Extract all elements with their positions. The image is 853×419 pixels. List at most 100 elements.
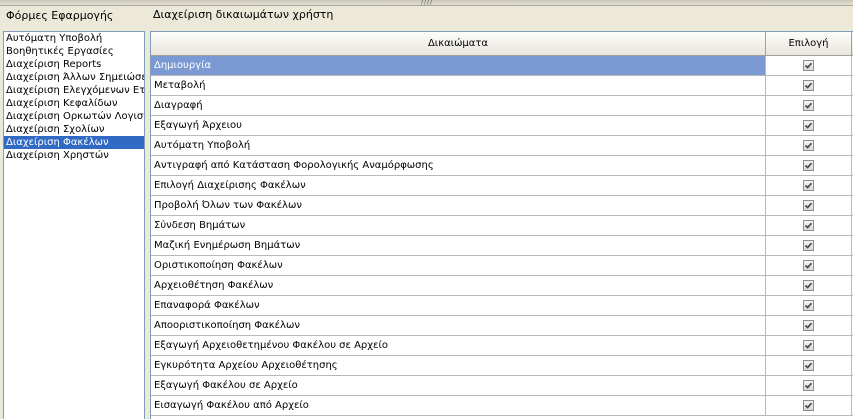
permission-checkbox[interactable] bbox=[803, 240, 814, 251]
permission-row[interactable]: Εξαγωγή Άρχειου bbox=[151, 116, 853, 136]
permission-checkbox[interactable] bbox=[803, 340, 814, 351]
column-header-permissions[interactable]: Δικαιώματα bbox=[151, 32, 766, 55]
permission-checkbox[interactable] bbox=[803, 60, 814, 71]
form-list-item[interactable]: Διαχείριση Κεφαλίδων bbox=[4, 97, 144, 110]
check-icon bbox=[804, 322, 813, 329]
permission-name: Εξαγωγή Άρχειου bbox=[151, 116, 766, 135]
permission-row[interactable]: Εγκυρότητα Αρχείου Αρχειοθέτησης bbox=[151, 356, 853, 376]
forms-title: Φόρμες Εφαρμογής bbox=[6, 9, 114, 22]
check-icon bbox=[804, 362, 813, 369]
selection-cell bbox=[766, 336, 852, 355]
grid-header: Δικαιώματα Επιλογή bbox=[151, 32, 853, 56]
permission-checkbox[interactable] bbox=[803, 280, 814, 291]
permission-checkbox[interactable] bbox=[803, 160, 814, 171]
check-icon bbox=[804, 82, 813, 89]
permissions-grid[interactable]: Δικαιώματα Επιλογή Δημιουργία Μεταβολή Δια… bbox=[150, 31, 853, 419]
form-list-item[interactable]: Διαχείριση Σχολίων bbox=[4, 123, 144, 136]
selection-cell bbox=[766, 216, 852, 235]
forms-list[interactable]: Αυτόματη Υποβολή Βοηθητικές Εργασίες Διαχε… bbox=[3, 31, 145, 419]
check-icon bbox=[804, 122, 813, 129]
top-splitter[interactable]: //// bbox=[0, 0, 853, 6]
permission-checkbox[interactable] bbox=[803, 180, 814, 191]
selection-cell bbox=[766, 156, 852, 175]
form-list-item[interactable]: Διαχείριση Χρηστών bbox=[4, 149, 144, 162]
permission-name: Διαγραφή bbox=[151, 96, 766, 115]
permission-checkbox[interactable] bbox=[803, 400, 814, 411]
permission-name: Εξαγωγή Φακέλου σε Αρχείο bbox=[151, 376, 766, 395]
permission-row[interactable]: Προβολή Όλων των Φακέλων bbox=[151, 196, 853, 216]
permission-row[interactable]: Οριστικοποίηση Φακέλων bbox=[151, 256, 853, 276]
permission-checkbox[interactable] bbox=[803, 320, 814, 331]
permission-checkbox[interactable] bbox=[803, 220, 814, 231]
permission-row[interactable]: Μεταβολή bbox=[151, 76, 853, 96]
check-icon bbox=[804, 182, 813, 189]
permission-name: Εισαγωγή Φακέλου από Αρχείο bbox=[151, 396, 766, 415]
permission-checkbox[interactable] bbox=[803, 120, 814, 131]
selection-cell bbox=[766, 356, 852, 375]
permission-row[interactable]: Αυτόματη Υποβολή bbox=[151, 136, 853, 156]
permission-name: Επιλογή Διαχείρισης Φακέλων bbox=[151, 176, 766, 195]
permission-row[interactable]: Αντιγραφή από Κατάσταση Φορολογικής Αναμ… bbox=[151, 156, 853, 176]
selection-cell bbox=[766, 116, 852, 135]
form-list-item[interactable]: Αυτόματη Υποβολή bbox=[4, 32, 144, 45]
permission-checkbox[interactable] bbox=[803, 80, 814, 91]
permission-checkbox[interactable] bbox=[803, 140, 814, 151]
check-icon bbox=[804, 282, 813, 289]
form-list-item[interactable]: Διαχείριση Ελεγχόμενων Εταιρειών bbox=[4, 84, 144, 97]
check-icon bbox=[804, 62, 813, 69]
check-icon bbox=[804, 302, 813, 309]
permission-row[interactable]: Επαναφορά Φακέλων bbox=[151, 296, 853, 316]
permission-name: Εξαγωγή Αρχειοθετημένου Φακέλου σε Αρχεί… bbox=[151, 336, 766, 355]
form-list-item[interactable]: Βοηθητικές Εργασίες bbox=[4, 45, 144, 58]
selection-cell bbox=[766, 256, 852, 275]
permission-checkbox[interactable] bbox=[803, 200, 814, 211]
permission-name: Αρχειοθέτηση Φακέλων bbox=[151, 276, 766, 295]
permission-checkbox[interactable] bbox=[803, 100, 814, 111]
permission-checkbox[interactable] bbox=[803, 260, 814, 271]
selection-cell bbox=[766, 376, 852, 395]
permission-name: Οριστικοποίηση Φακέλων bbox=[151, 256, 766, 275]
permission-row[interactable]: Εισαγωγή Φακέλου από Αρχείο bbox=[151, 396, 853, 416]
permission-row[interactable]: Δημιουργία bbox=[151, 56, 853, 76]
permission-name: Επαναφορά Φακέλων bbox=[151, 296, 766, 315]
check-icon bbox=[804, 402, 813, 409]
permission-checkbox[interactable] bbox=[803, 360, 814, 371]
check-icon bbox=[804, 102, 813, 109]
check-icon bbox=[804, 202, 813, 209]
splitter-grip[interactable]: //// bbox=[418, 0, 436, 6]
permission-name: Εγκυρότητα Αρχείου Αρχειοθέτησης bbox=[151, 356, 766, 375]
permission-checkbox[interactable] bbox=[803, 380, 814, 391]
check-icon bbox=[804, 382, 813, 389]
selection-cell bbox=[766, 96, 852, 115]
check-icon bbox=[804, 222, 813, 229]
selection-cell bbox=[766, 176, 852, 195]
selection-cell bbox=[766, 76, 852, 95]
form-list-item[interactable]: Διαχείριση Ορκωτών Λογιστών bbox=[4, 110, 144, 123]
check-icon bbox=[804, 262, 813, 269]
permission-row[interactable]: Αρχειοθέτηση Φακέλων bbox=[151, 276, 853, 296]
selection-cell bbox=[766, 316, 852, 335]
permission-name: Μεταβολή bbox=[151, 76, 766, 95]
permissions-title: Διαχείριση δικαιωμάτων χρήστη bbox=[153, 8, 334, 21]
permission-checkbox[interactable] bbox=[803, 300, 814, 311]
permission-row[interactable]: Εξαγωγή Αρχειοθετημένου Φακέλου σε Αρχεί… bbox=[151, 336, 853, 356]
check-icon bbox=[804, 162, 813, 169]
selection-cell bbox=[766, 56, 852, 75]
permission-row[interactable]: Μαζική Ενημέρωση Βημάτων bbox=[151, 236, 853, 256]
check-icon bbox=[804, 342, 813, 349]
permission-row[interactable]: Σύνδεση Βημάτων bbox=[151, 216, 853, 236]
permission-row[interactable]: Επιλογή Διαχείρισης Φακέλων bbox=[151, 176, 853, 196]
check-icon bbox=[804, 242, 813, 249]
check-icon bbox=[804, 142, 813, 149]
form-list-item[interactable]: Διαχείριση Άλλων Σημειώσεων bbox=[4, 71, 144, 84]
grid-body: Δημιουργία Μεταβολή Διαγραφή Εξαγωγή Άρχειο… bbox=[151, 56, 853, 416]
permission-row[interactable]: Εξαγωγή Φακέλου σε Αρχείο bbox=[151, 376, 853, 396]
form-list-item[interactable]: Διαχείριση Reports bbox=[4, 58, 144, 71]
selection-cell bbox=[766, 136, 852, 155]
selection-cell bbox=[766, 296, 852, 315]
column-header-selection[interactable]: Επιλογή bbox=[766, 32, 852, 55]
form-list-item[interactable]: Διαχείριση Φακέλων bbox=[4, 136, 144, 149]
permission-row[interactable]: Αποοριστικοποίηση Φακέλων bbox=[151, 316, 853, 336]
permission-row[interactable]: Διαγραφή bbox=[151, 96, 853, 116]
selection-cell bbox=[766, 396, 852, 415]
